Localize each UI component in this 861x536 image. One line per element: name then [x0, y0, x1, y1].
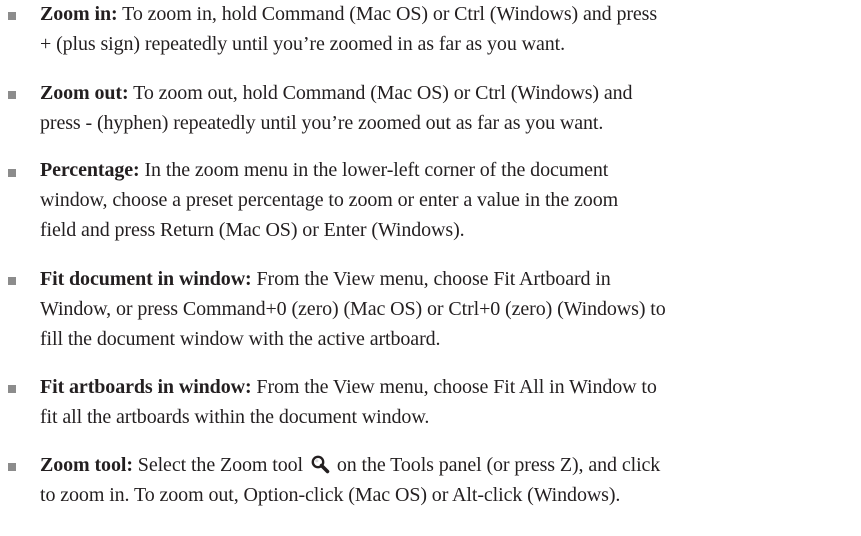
- list-item-line: to zoom in. To zoom out, Option-click (M…: [40, 484, 621, 506]
- list-item-line: Zoom in: To zoom in, hold Command (Mac O…: [40, 0, 860, 29]
- zoom-tool-icon: [310, 454, 330, 474]
- list-item-text: To zoom out, hold Command (Mac OS) or Ct…: [133, 82, 633, 104]
- list-item-term: Zoom in:: [40, 3, 118, 25]
- list-item-line: + (plus sign) repeatedly until you’re zo…: [40, 33, 565, 55]
- list-item-line: window, choose a preset percentage to zo…: [40, 189, 619, 211]
- bullet-marker: [8, 385, 16, 393]
- bullet-marker: [8, 169, 16, 177]
- bullet-marker: [8, 277, 16, 285]
- list-item-text: To zoom in, hold Command (Mac OS) or Ctr…: [122, 3, 658, 25]
- list-item-line: Window, or press Command+0 (zero) (Mac O…: [40, 298, 666, 320]
- bullet-marker: [8, 91, 16, 99]
- list-item-line: Fit artboards in window: From the View m…: [40, 373, 860, 402]
- list-item-line: field and press Return (Mac OS) or Enter…: [40, 219, 465, 241]
- list-item-text: Select the Zoom tool: [137, 454, 303, 476]
- list-item-term: Fit document in window:: [40, 268, 252, 290]
- list-item-line: press - (hyphen) repeatedly until you’re…: [40, 112, 604, 134]
- list-item-text: on the Tools panel (or press Z), and cli…: [336, 454, 661, 476]
- list-item-term: Fit artboards in window:: [40, 376, 252, 398]
- list-item-text: From the View menu, choose Fit Artboard …: [256, 268, 611, 290]
- list-item-text: In the zoom menu in the lower-left corne…: [144, 159, 609, 181]
- list-item-line: Zoom tool: Select the Zoom tool on the T…: [40, 451, 860, 480]
- list-item-line: Zoom out: To zoom out, hold Command (Mac…: [40, 79, 860, 108]
- list-item-line: Percentage: In the zoom menu in the lowe…: [40, 156, 860, 185]
- list-item-line: Fit document in window: From the View me…: [40, 265, 860, 294]
- list-item-term: Zoom tool:: [40, 454, 133, 476]
- list-item-term: Zoom out:: [40, 82, 129, 104]
- list-item-term: Percentage:: [40, 159, 140, 181]
- list-item-line: fit all the artboards within the documen…: [40, 406, 430, 428]
- bullet-marker: [8, 12, 16, 20]
- list-item-text: From the View menu, choose Fit All in Wi…: [256, 376, 657, 398]
- bullet-marker: [8, 463, 16, 471]
- list-item-line: fill the document window with the active…: [40, 328, 441, 350]
